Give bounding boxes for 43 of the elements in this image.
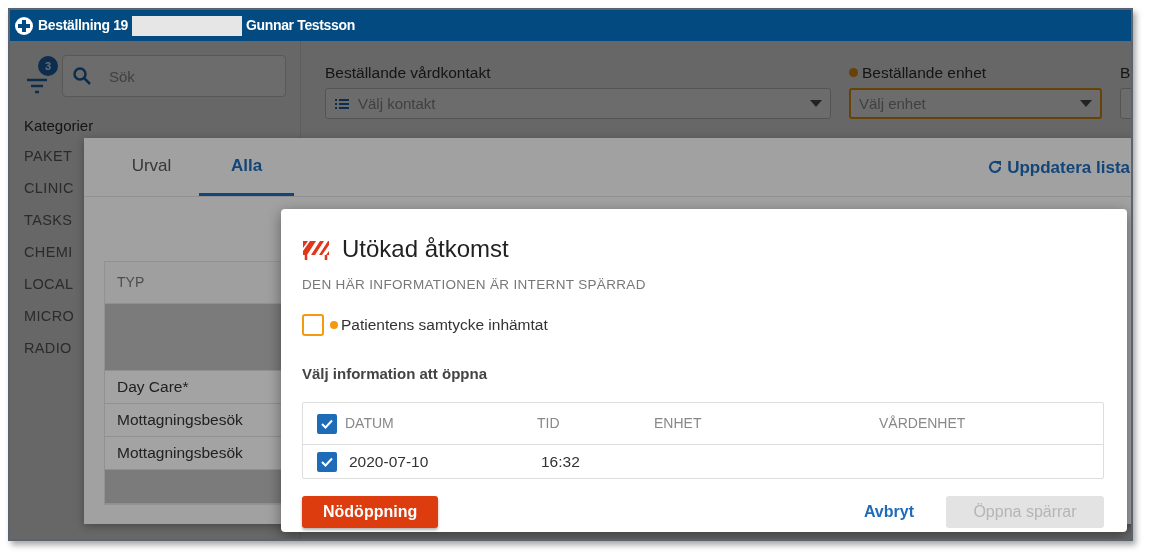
column-header: TYP <box>117 273 145 292</box>
refresh-icon <box>987 159 1004 176</box>
table-cell-text: Day Care* <box>117 377 189 398</box>
caret-icon <box>1080 100 1092 108</box>
consent-label: Patientens samtycke inhämtat <box>341 315 548 336</box>
column-header: DATUM <box>345 414 395 433</box>
dialog-title: Utökad åtkomst <box>342 234 509 264</box>
window-title: Beställning 19 <box>38 16 129 35</box>
field-label: Beställande vårdkontakt <box>325 63 491 83</box>
filter-icon[interactable] <box>26 78 48 94</box>
dialog-subtitle: DEN HÄR INFORMATIONEN ÄR INTERNT SPÄRRAD <box>302 276 647 294</box>
category-item[interactable]: CLINIC <box>24 177 74 199</box>
cancel-button[interactable]: Avbryt <box>849 496 928 528</box>
tab[interactable]: Urval <box>104 138 199 196</box>
column-header: TID <box>537 414 561 433</box>
table-cell-text: 2020-07-10 <box>348 451 430 472</box>
row-checkbox[interactable] <box>317 451 337 472</box>
row-checkbox[interactable] <box>317 413 337 434</box>
category-item[interactable]: CHEMI <box>24 241 73 263</box>
list-icon <box>334 97 350 110</box>
category-item[interactable]: RADIO <box>24 337 72 359</box>
filter-count-badge: 3 <box>38 56 58 76</box>
categories-heading: Kategorier <box>24 116 95 136</box>
column-header: ENHET <box>654 414 703 433</box>
table-cell-text: 16:32 <box>540 451 581 472</box>
tab[interactable]: Alla <box>199 138 294 196</box>
category-item[interactable]: TASKS <box>24 209 73 231</box>
emergency-open-button[interactable]: Nödöppning <box>302 496 439 528</box>
search-icon <box>72 66 92 86</box>
plus-icon <box>14 15 34 36</box>
section-title: Välj information att öppna <box>302 363 488 384</box>
field-label: Beställande enhet <box>862 63 987 83</box>
table-cell-text: Mottagningsbesök <box>117 443 243 464</box>
table-cell-text: Mottagningsbesök <box>117 410 243 431</box>
category-item[interactable]: PAKET <box>24 145 73 167</box>
column-header: VÅRDENHET <box>879 414 967 433</box>
patient-name: Gunnar Testsson <box>246 16 355 35</box>
category-item[interactable]: LOCAL <box>24 273 74 295</box>
consent-checkbox[interactable] <box>302 313 324 336</box>
field-label: B <box>1120 63 1131 83</box>
refresh-link[interactable]: Uppdatera lista <box>987 154 1130 196</box>
caret-icon <box>810 100 822 108</box>
category-item[interactable]: MICRO <box>24 305 75 327</box>
